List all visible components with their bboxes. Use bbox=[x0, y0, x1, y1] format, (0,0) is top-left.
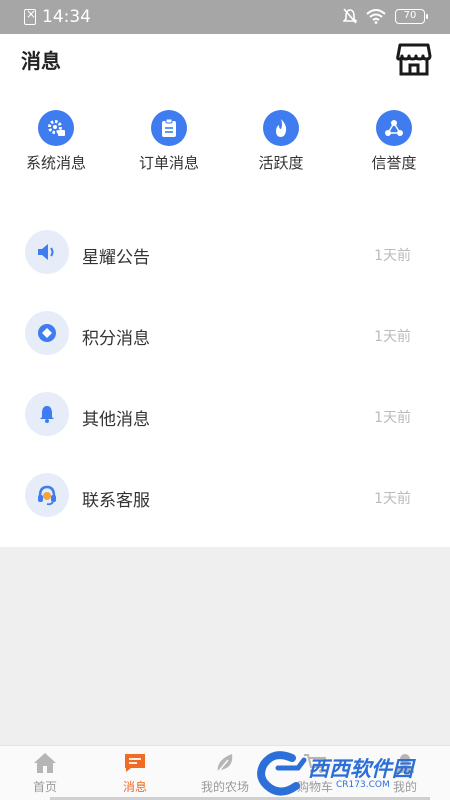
message-time: 1天前 bbox=[374, 410, 411, 426]
avatar bbox=[25, 311, 69, 355]
watermark-logo-icon bbox=[257, 751, 307, 796]
tab-home[interactable]: 首页 bbox=[0, 746, 90, 800]
status-time: 14:34 bbox=[42, 7, 91, 27]
battery-indicator: 70 bbox=[395, 8, 428, 24]
quick-actions: 系统消息 订单消息 活跃度 信誉度 bbox=[0, 110, 450, 180]
message-time: 1天前 bbox=[374, 329, 411, 345]
watermark: 西西软件园 CR173.COM bbox=[248, 745, 433, 800]
quick-label: 活跃度 bbox=[258, 154, 304, 172]
watermark-text: 西西软件园 bbox=[308, 757, 413, 781]
status-bar: 14:34 70 bbox=[0, 0, 450, 34]
bell-icon bbox=[40, 406, 54, 423]
headset-icon bbox=[38, 485, 56, 506]
message-icon bbox=[125, 754, 145, 772]
no-sim-icon bbox=[24, 7, 36, 25]
home-icon bbox=[34, 753, 56, 773]
quick-order-messages[interactable]: 订单消息 bbox=[113, 110, 225, 173]
mute-icon bbox=[343, 8, 357, 24]
list-item[interactable]: 积分消息 1天前 bbox=[0, 303, 450, 373]
header: 消息 bbox=[0, 34, 450, 90]
quick-label: 系统消息 bbox=[25, 154, 86, 172]
avatar bbox=[25, 473, 69, 517]
leaf-icon bbox=[217, 754, 233, 773]
flame-icon bbox=[276, 119, 287, 137]
message-time: 1天前 bbox=[374, 491, 411, 507]
message-title: 星耀公告 bbox=[82, 248, 150, 268]
quick-label: 信誉度 bbox=[371, 154, 417, 172]
wifi-icon bbox=[366, 8, 386, 24]
speaker-icon bbox=[38, 244, 54, 260]
avatar bbox=[25, 392, 69, 436]
list-item[interactable]: 星耀公告 1天前 bbox=[0, 222, 450, 292]
list-item[interactable]: 其他消息 1天前 bbox=[0, 384, 450, 454]
quick-credit[interactable]: 信誉度 bbox=[338, 110, 450, 173]
avatar bbox=[25, 230, 69, 274]
shop-icon[interactable] bbox=[396, 43, 432, 77]
quick-label: 订单消息 bbox=[138, 154, 199, 172]
share-icon bbox=[385, 120, 403, 136]
page-title: 消息 bbox=[21, 49, 61, 73]
message-title: 联系客服 bbox=[82, 491, 150, 511]
message-title: 其他消息 bbox=[82, 410, 150, 430]
gear-icon bbox=[48, 120, 65, 136]
message-title: 积分消息 bbox=[82, 329, 150, 349]
message-time: 1天前 bbox=[374, 248, 411, 264]
watermark-sub: CR173.COM bbox=[336, 780, 390, 790]
tab-messages[interactable]: 消息 bbox=[90, 746, 180, 800]
quick-activity[interactable]: 活跃度 bbox=[225, 110, 337, 173]
clipboard-icon bbox=[162, 118, 176, 137]
empty-area bbox=[0, 547, 450, 745]
quick-system-messages[interactable]: 系统消息 bbox=[0, 110, 112, 173]
tab-label: 首页 bbox=[32, 780, 57, 794]
tab-label: 消息 bbox=[122, 780, 147, 794]
list-item[interactable]: 联系客服 1天前 bbox=[0, 465, 450, 535]
diamond-icon bbox=[38, 324, 56, 342]
